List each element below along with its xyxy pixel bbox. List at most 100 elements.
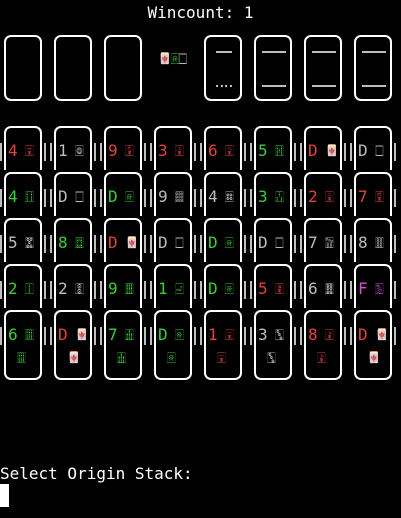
card-divider [50,235,52,253]
card[interactable]: 5 🀝 [0,218,46,262]
card[interactable]: D 🀆 [350,126,396,170]
card[interactable]: 3 🀒 [250,172,296,216]
card-center-suit-icon: 🀕 [17,351,26,364]
card-suit-icon: 🀠 [375,236,384,249]
card[interactable]: 8 🀍 🀍 [300,310,346,380]
card-divider [244,235,246,253]
foundation-slot-3[interactable] [304,35,342,101]
foundation-pattern [262,51,286,87]
free-cell-1[interactable] [4,35,42,101]
card-divider [144,143,146,161]
card[interactable]: F 🀢 [350,264,396,308]
card-divider [250,281,252,299]
foundation-slot-1[interactable] [204,35,242,101]
card-divider [100,189,102,207]
card[interactable]: D 🀄 [100,218,146,262]
card[interactable]: D 🀆 [250,218,296,262]
foundation-slot-4[interactable] [354,35,392,101]
card[interactable]: 8 🀠 [350,218,396,262]
card[interactable]: D 🀅 🀅 [150,310,196,380]
card-value: D [108,233,118,252]
card-divider [150,235,152,253]
card[interactable]: D 🀅 [200,264,246,308]
card[interactable]: 3 🀛 🀛 [250,310,296,380]
card[interactable]: D 🀆 [150,218,196,262]
card[interactable]: 6 🀕 🀕 [0,310,46,380]
card[interactable]: 9 🀏 [100,126,146,170]
free-cell-2[interactable] [54,35,92,101]
card-suit-icon: 🀊 [375,190,384,203]
card-value: 7 [358,187,368,206]
card-value: 6 [308,279,318,298]
card-suit-icon: 🀅 [225,236,234,249]
card-divider [50,143,52,161]
card-divider [200,143,202,161]
card[interactable]: 5 🀔 [250,126,296,170]
card-divider [394,143,396,161]
card[interactable]: 3 🀉 [150,126,196,170]
card[interactable]: 4 🀜 [200,172,246,216]
card-suit-icon: 🀔 [275,144,284,157]
card-value: 7 [108,325,118,344]
card-suit-icon: 🀇 [225,328,234,341]
input-cursor[interactable] [0,484,9,507]
card-value: 8 [358,233,368,252]
card-value: D [58,187,68,206]
card[interactable]: 9 🀘 [100,264,146,308]
card[interactable]: 4 🀌 [0,126,46,170]
card-divider [100,143,102,161]
card[interactable]: D 🀄 🀄 [350,310,396,380]
card-frame [54,310,92,380]
card-suit-icon: 🀚 [75,282,84,295]
card[interactable]: 2 🀈 [300,172,346,216]
card-suit-icon: 🀎 [225,144,234,157]
card-value: 3 [258,187,268,206]
card[interactable]: 2 🀑 [0,264,46,308]
card-divider [294,143,296,161]
card[interactable]: 7 🀊 [350,172,396,216]
card-divider [100,235,102,253]
card[interactable]: 6 🀞 [300,264,346,308]
card-divider [344,327,346,345]
card-divider [0,327,2,345]
card[interactable]: 7 🀖 🀖 [100,310,146,380]
foundation-slot-2[interactable] [254,35,292,101]
dragon-indicator-tile-1: 🀄 [158,52,172,65]
card-suit-icon: 🀛 [275,328,284,341]
card[interactable]: 5 🀋 [250,264,296,308]
card-divider [94,327,96,345]
card[interactable]: D 🀅 [200,218,246,262]
card[interactable]: 1 🀇 🀇 [200,310,246,380]
card[interactable]: 6 🀎 [200,126,246,170]
card-value: 8 [58,233,68,252]
card-divider [150,281,152,299]
card[interactable]: 7 🀟 [300,218,346,262]
card[interactable]: D 🀄 🀄 [50,310,96,380]
card-value: D [358,141,368,160]
card[interactable]: 1 🀐 [150,264,196,308]
card-suit-icon: 🀅 [225,282,234,295]
card-divider [250,235,252,253]
card-value: 5 [258,141,268,160]
card-suit-icon: 🀄 [75,328,89,341]
card[interactable]: 9 🀡 [150,172,196,216]
card-suit-icon: 🀋 [275,282,284,295]
card-divider [194,189,196,207]
card-suit-icon: 🀄 [375,328,389,341]
card[interactable]: 2 🀚 [50,264,96,308]
card-suit-icon: 🀆 [75,190,84,203]
card-value: 5 [8,233,18,252]
free-cell-3[interactable] [104,35,142,101]
card-suit-icon: 🀄 [125,236,139,249]
card-frame [4,310,42,380]
card[interactable]: D 🀆 [50,172,96,216]
card[interactable]: 8 🀗 [50,218,96,262]
card[interactable]: D 🀅 [100,172,146,216]
card[interactable]: 1 🀙 [50,126,96,170]
card-divider [50,189,52,207]
wincount-label: Wincount: 1 [147,3,254,22]
card-divider [350,143,352,161]
card[interactable]: 4 🀓 [0,172,46,216]
card[interactable]: D 🀄 [300,126,346,170]
card-divider [300,235,302,253]
